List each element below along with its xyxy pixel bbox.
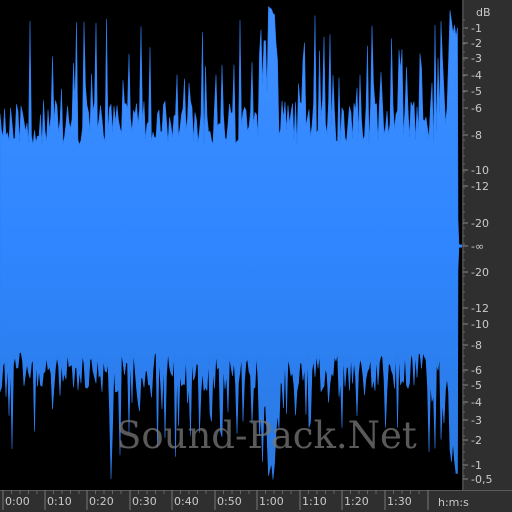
db-tick-label: -5 bbox=[471, 85, 482, 98]
db-tick-label: -10 bbox=[471, 164, 489, 177]
db-tick-label: -1 bbox=[471, 22, 482, 35]
db-tick-label: -6 bbox=[471, 102, 482, 115]
db-unit-label: dB bbox=[476, 6, 491, 19]
db-tick-label: -4 bbox=[471, 69, 482, 82]
db-tick-label: -5 bbox=[471, 379, 482, 392]
db-tick-label: -12 bbox=[471, 302, 489, 315]
time-tick-label: 1:20 bbox=[344, 495, 369, 508]
waveform-editor: dB -1 -2 -3 -4 -5 -6 -8 -10 -12 -20 -∞ -20 -12 -10-… bbox=[0, 0, 512, 512]
time-tick-label: 0:00 bbox=[5, 495, 30, 508]
time-tick-label: 0:10 bbox=[47, 495, 72, 508]
time-tick-label: 0:30 bbox=[132, 495, 157, 508]
db-bottom-ticks: -20 -12 -10 -8 -6 -5 -4 -3 -2 -1-0,5 bbox=[463, 266, 492, 486]
db-tick-label: -10 bbox=[471, 318, 489, 331]
db-tick-label: -12 bbox=[471, 180, 489, 193]
db-tick-label: -6 bbox=[471, 364, 482, 377]
time-tick-label: 1:10 bbox=[302, 495, 327, 508]
waveform-path bbox=[0, 6, 460, 480]
db-center-label: -∞ bbox=[471, 240, 484, 253]
db-scale: dB -1-2-3-4-5-6-8-10-12-20 -∞ -20-12-10-… bbox=[462, 0, 492, 490]
time-tick-label: 0:20 bbox=[89, 495, 114, 508]
db-tick-label: -4 bbox=[471, 396, 482, 409]
time-tick-label: 0:40 bbox=[174, 495, 199, 508]
db-ruler: dB -1 -2 -3 -4 -5 -6 -8 -10 -12 -20 -∞ -20 -12 -10-… bbox=[462, 0, 512, 490]
db-center-tick: -∞ bbox=[463, 240, 484, 253]
db-tick-label: -1 bbox=[471, 459, 482, 472]
time-tick-label: 1:00 bbox=[259, 495, 284, 508]
time-tick-label: 1:30 bbox=[387, 495, 412, 508]
time-scale: 0:00 0:10 0:20 0:30 0:40 0:50 1:00 1:10 1:20 1:30… bbox=[0, 490, 512, 510]
db-tick-label: -20 bbox=[471, 217, 489, 230]
db-tick-label: -20 bbox=[471, 266, 489, 279]
time-ticks: 0:00 0:10 0:20 0:30 0:40 0:50 1:00 1:10 1:20 1:30 bbox=[2, 490, 429, 510]
db-tick-label: -8 bbox=[471, 339, 482, 352]
db-tick-label: -0,5 bbox=[471, 473, 492, 486]
db-tick-label: -2 bbox=[471, 434, 482, 447]
time-ruler: 0:00 0:10 0:20 0:30 0:40 0:50 1:00 1:10 1:20 1:30… bbox=[0, 490, 512, 512]
db-tick-label: -2 bbox=[471, 37, 482, 50]
db-tick-label: -8 bbox=[471, 129, 482, 142]
time-tick-label: 0:50 bbox=[217, 495, 242, 508]
time-unit-label: h:m:s bbox=[438, 496, 469, 509]
db-tick-label: -3 bbox=[471, 414, 482, 427]
db-tick-label: -3 bbox=[471, 52, 482, 65]
watermark: Sound-Pack.Net bbox=[116, 414, 417, 457]
